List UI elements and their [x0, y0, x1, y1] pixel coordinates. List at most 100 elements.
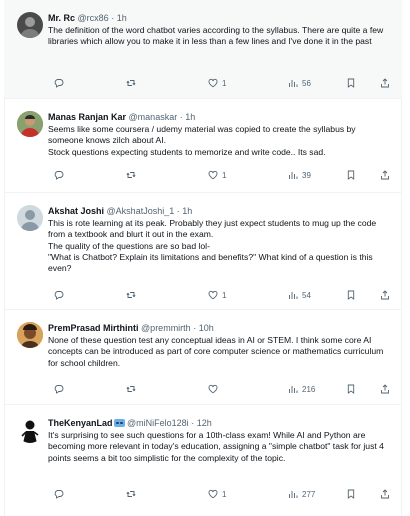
- heart-icon: [208, 384, 218, 394]
- view-count: 56: [302, 78, 311, 88]
- tweet-header: TheKenyanLad @miNiFelo128i · 12h: [48, 418, 212, 428]
- view-count: 54: [302, 290, 311, 300]
- views-button[interactable]: 54: [288, 290, 311, 300]
- views-button[interactable]: 277: [288, 489, 315, 499]
- share-button[interactable]: [380, 290, 390, 300]
- bookmark-button[interactable]: [346, 384, 356, 394]
- share-button[interactable]: [380, 78, 390, 88]
- heart-icon: [208, 78, 218, 88]
- repost-icon: [126, 80, 136, 86]
- repost-button[interactable]: [126, 78, 136, 88]
- view-count: 216: [302, 384, 316, 394]
- view-count: 277: [302, 489, 316, 499]
- repost-icon: [126, 172, 136, 178]
- view-count: 39: [302, 170, 311, 180]
- tweet-header: Mr. Rc @rcx86 · 1h: [48, 13, 127, 23]
- reply-button[interactable]: [54, 78, 64, 88]
- like-count: 1: [222, 78, 227, 88]
- author-handle[interactable]: @premmirth: [141, 323, 191, 333]
- share-icon: [381, 170, 389, 180]
- heart-icon: [208, 290, 218, 300]
- analytics-icon: [289, 80, 298, 87]
- tweet-header: PremPrasad Mirthinti @premmirth · 10h: [48, 323, 214, 333]
- views-button[interactable]: 39: [288, 170, 311, 180]
- avatar[interactable]: [17, 205, 43, 231]
- analytics-icon: [289, 292, 298, 299]
- analytics-icon: [289, 386, 298, 393]
- bookmark-icon: [347, 384, 355, 394]
- heart-icon: [208, 489, 218, 499]
- views-button[interactable]: 216: [288, 384, 315, 394]
- bookmark-button[interactable]: [346, 489, 356, 499]
- repost-button[interactable]: [126, 489, 136, 499]
- author-handle[interactable]: @miNiFelo128i: [127, 418, 189, 428]
- reply-icon: [54, 490, 64, 499]
- bookmark-icon: [347, 290, 355, 300]
- reply-tweet[interactable]: Manas Ranjan Kar @manaskar · 1h Seems li…: [4, 99, 402, 193]
- reply-icon: [54, 291, 64, 300]
- bookmark-button[interactable]: [346, 78, 356, 88]
- bookmark-icon: [347, 78, 355, 88]
- avatar[interactable]: [17, 322, 43, 348]
- author-name[interactable]: Manas Ranjan Kar: [48, 112, 126, 122]
- avatar[interactable]: [17, 12, 43, 38]
- like-button[interactable]: 1: [208, 489, 226, 499]
- tweet-time[interactable]: 10h: [199, 323, 214, 333]
- author-handle[interactable]: @manaskar: [129, 112, 178, 122]
- share-button[interactable]: [380, 170, 390, 180]
- author-name[interactable]: PremPrasad Mirthinti: [48, 323, 139, 333]
- like-button[interactable]: 1: [208, 170, 226, 180]
- bookmark-icon: [347, 489, 355, 499]
- repost-icon: [126, 386, 136, 392]
- like-count: 1: [222, 170, 227, 180]
- share-icon: [381, 290, 389, 300]
- like-button[interactable]: [208, 384, 222, 394]
- repost-icon: [126, 491, 136, 497]
- tweet-text: Seems like some coursera / udemy materia…: [48, 124, 356, 157]
- like-count: 1: [222, 489, 227, 499]
- tweet-header: Manas Ranjan Kar @manaskar · 1h: [48, 112, 196, 122]
- avatar[interactable]: [17, 111, 43, 137]
- analytics-icon: [289, 491, 298, 498]
- author-name[interactable]: Mr. Rc: [48, 13, 75, 23]
- bookmark-button[interactable]: [346, 170, 356, 180]
- reply-button[interactable]: [54, 290, 64, 300]
- views-button[interactable]: 56: [288, 78, 311, 88]
- reply-button[interactable]: [54, 489, 64, 499]
- like-count: 1: [222, 290, 227, 300]
- avatar[interactable]: [17, 417, 43, 443]
- reply-tweet[interactable]: TheKenyanLad @miNiFelo128i · 12h It's su…: [4, 405, 402, 516]
- tweet-text: It's surprising to see such questions fo…: [48, 430, 384, 463]
- reply-tweet[interactable]: PremPrasad Mirthinti @premmirth · 10h No…: [4, 310, 402, 405]
- repost-button[interactable]: [126, 170, 136, 180]
- author-name[interactable]: TheKenyanLad: [48, 418, 113, 428]
- tweet-time[interactable]: 1h: [117, 13, 127, 23]
- tweet-actions: 1 277: [48, 488, 392, 500]
- share-button[interactable]: [380, 489, 390, 499]
- tweet-time[interactable]: 1h: [182, 206, 192, 216]
- tweet-text: The definition of the word chatbot varie…: [48, 25, 384, 47]
- like-button[interactable]: 1: [208, 290, 226, 300]
- tweet-time[interactable]: 1h: [185, 112, 195, 122]
- tweet-actions: 216: [48, 383, 392, 395]
- bookmark-button[interactable]: [346, 290, 356, 300]
- reply-tweet[interactable]: Akshat Joshi @AkshatJoshi_1 · 1h This is…: [4, 193, 402, 310]
- share-button[interactable]: [380, 384, 390, 394]
- repost-icon: [126, 292, 136, 298]
- tweet-actions: 1 39: [48, 169, 392, 181]
- repost-button[interactable]: [126, 290, 136, 300]
- reply-icon: [54, 385, 64, 394]
- like-button[interactable]: 1: [208, 78, 226, 88]
- reply-icon: [54, 171, 64, 180]
- reply-button[interactable]: [54, 384, 64, 394]
- author-name[interactable]: Akshat Joshi: [48, 206, 104, 216]
- reply-icon: [54, 79, 64, 88]
- tweet-text: This is rote learning at its peak. Proba…: [48, 218, 377, 274]
- author-handle[interactable]: @AkshatJoshi_1: [107, 206, 175, 216]
- tweet-actions: 1 56: [48, 77, 392, 89]
- repost-button[interactable]: [126, 384, 136, 394]
- reply-button[interactable]: [54, 170, 64, 180]
- tweet-time[interactable]: 12h: [197, 418, 212, 428]
- author-handle[interactable]: @rcx86: [78, 13, 109, 23]
- reply-tweet[interactable]: Mr. Rc @rcx86 · 1h The definition of the…: [4, 0, 402, 99]
